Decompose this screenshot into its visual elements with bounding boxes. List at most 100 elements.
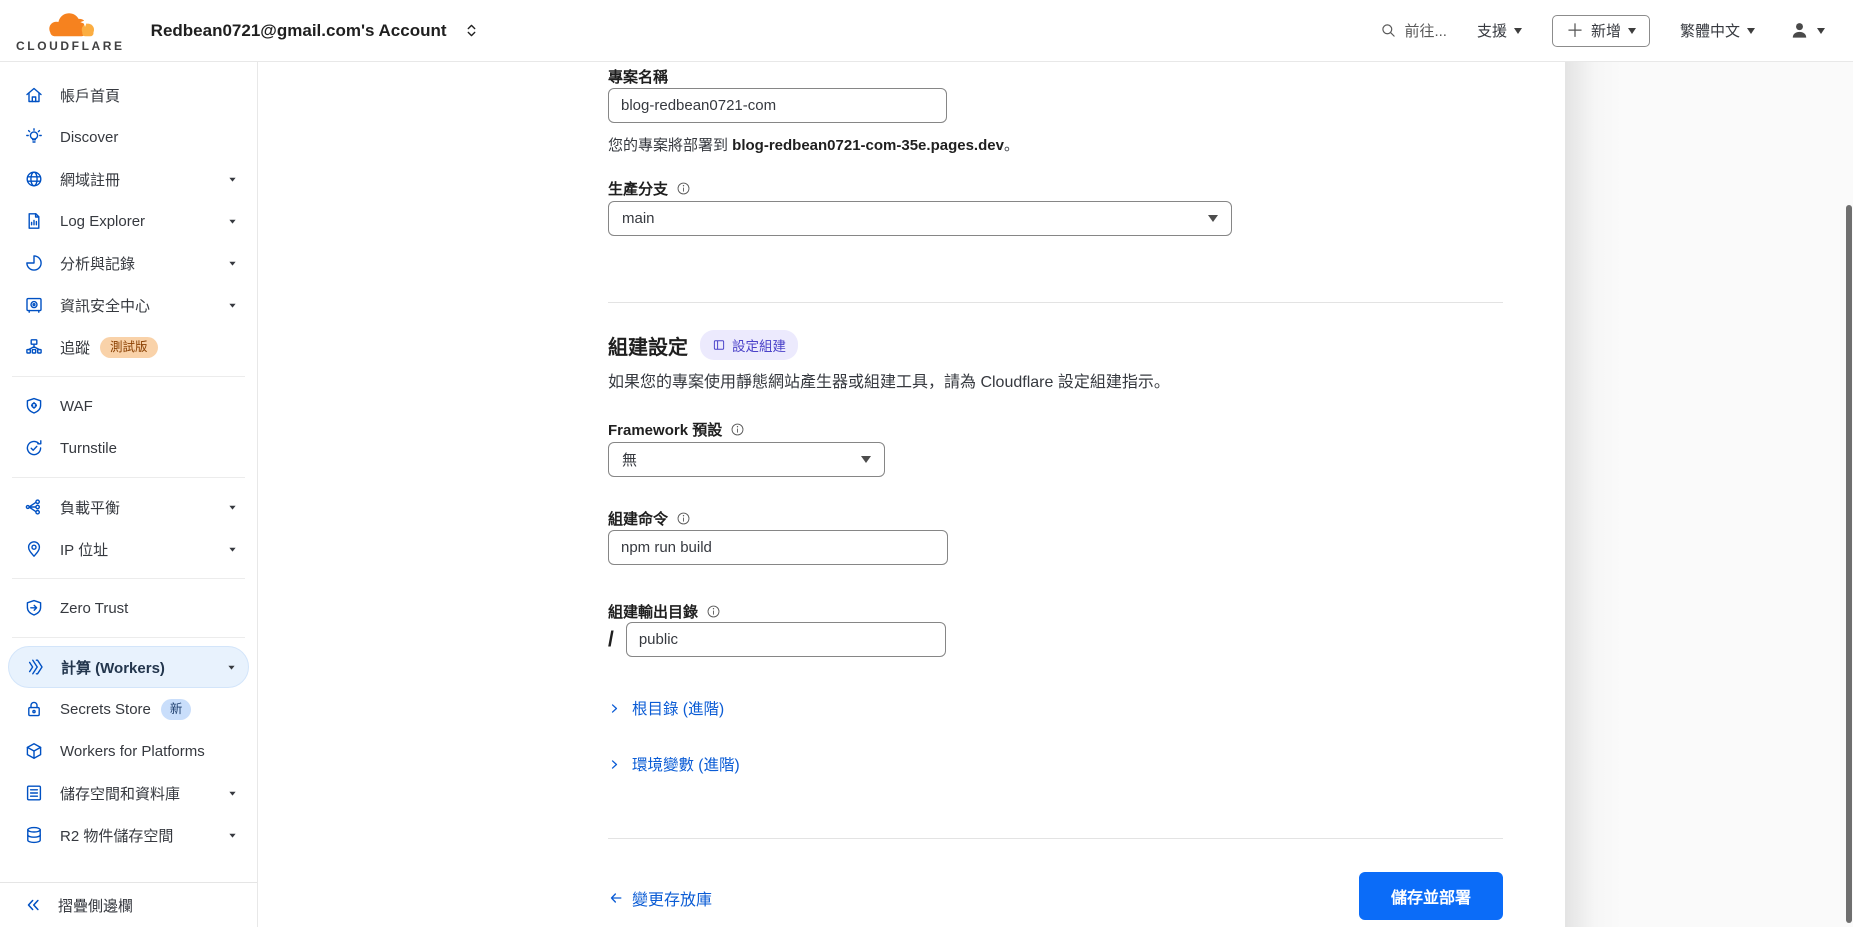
sidebar-item-label: Turnstile xyxy=(60,440,117,457)
lb-icon xyxy=(24,497,44,517)
build-output-input[interactable] xyxy=(626,622,946,657)
sidebar-item-log-explorer[interactable]: Log Explorer xyxy=(0,200,257,242)
info-icon[interactable] xyxy=(676,181,691,196)
helper-suffix: 。 xyxy=(1004,137,1019,154)
sidebar-item-load-balancing[interactable]: 負載平衡 xyxy=(0,486,257,528)
global-search[interactable]: 前往... xyxy=(1380,20,1447,41)
sidebar-item-label: Log Explorer xyxy=(60,213,145,230)
cloudflare-cloud-icon xyxy=(43,9,97,41)
sidebar-divider xyxy=(12,376,245,377)
double-chevron-left-icon xyxy=(24,896,42,914)
support-menu[interactable]: 支援 xyxy=(1477,20,1522,41)
sidebar-item-label: 追蹤 xyxy=(60,337,90,358)
collapse-sidebar-label: 摺疊側邊欄 xyxy=(58,895,133,916)
user-menu[interactable] xyxy=(1789,20,1825,41)
build-output-label-text: 組建輸出目錄 xyxy=(608,601,698,622)
build-settings-title-row: 組建設定 設定組建 xyxy=(608,330,798,360)
sidebar-item-zero-trust[interactable]: Zero Trust xyxy=(0,587,257,629)
chevron-down-icon xyxy=(1628,28,1636,34)
collapse-sidebar-button[interactable]: 摺疊側邊欄 xyxy=(0,882,257,927)
framework-preset-select[interactable]: 無 xyxy=(608,442,885,477)
change-repository-label: 變更存放庫 xyxy=(632,886,712,910)
sidebar-item-label: 網域註冊 xyxy=(60,169,120,190)
advanced-toggle-label: 根目錄 (進階) xyxy=(632,697,724,719)
sidebar-item-account-home[interactable]: 帳戶首頁 xyxy=(0,74,257,116)
trace-icon xyxy=(24,337,44,357)
chevron-down-icon xyxy=(1817,28,1825,34)
configure-build-badge[interactable]: 設定組建 xyxy=(700,330,798,360)
plus-icon: ＋ xyxy=(1566,22,1584,40)
language-menu[interactable]: 繁體中文 xyxy=(1680,20,1755,41)
sidebar-item-r2[interactable]: R2 物件儲存空間 xyxy=(0,814,257,856)
chevron-down-icon xyxy=(1747,28,1755,34)
sidebar-item-discover[interactable]: Discover xyxy=(0,116,257,158)
main-content: 專案名稱 您的專案將部署到 blog-redbean0721-com-35e.p… xyxy=(258,62,1853,927)
change-repository-link[interactable]: 變更存放庫 xyxy=(608,886,712,910)
build-settings-title: 組建設定 xyxy=(608,331,688,360)
info-icon[interactable] xyxy=(706,604,721,619)
log-icon xyxy=(24,211,44,231)
pages-setup-form: 專案名稱 您的專案將部署到 blog-redbean0721-com-35e.p… xyxy=(608,62,1503,927)
beta-badge: 測試版 xyxy=(100,337,158,358)
sidebar-item-label: Secrets Store xyxy=(60,701,151,718)
sidebar-item-secrets-store[interactable]: Secrets Store新 xyxy=(0,688,257,730)
configure-build-label: 設定組建 xyxy=(732,335,786,355)
build-command-label: 組建命令 xyxy=(608,508,691,529)
info-icon[interactable] xyxy=(676,511,691,526)
account-switcher-icon[interactable] xyxy=(463,22,480,39)
chevron-down-icon xyxy=(226,215,239,228)
sidebar-item-label: 帳戶首頁 xyxy=(60,85,120,106)
sidebar-item-analytics-logs[interactable]: 分析與記錄 xyxy=(0,242,257,284)
save-and-deploy-button[interactable]: 儲存並部署 xyxy=(1359,872,1503,920)
sidebar-item-label: R2 物件儲存空間 xyxy=(60,825,173,846)
waf-icon xyxy=(24,396,44,416)
workers-icon xyxy=(25,657,45,677)
sidebar-item-trace[interactable]: 追蹤測試版 xyxy=(0,326,257,368)
sidebar-item-turnstile[interactable]: Turnstile xyxy=(0,427,257,469)
framework-preset-value: 無 xyxy=(622,449,637,470)
project-name-input[interactable] xyxy=(608,88,947,123)
production-branch-value: main xyxy=(622,210,655,227)
sidebar-item-label: Zero Trust xyxy=(60,600,128,617)
framework-preset-label: Framework 預設 xyxy=(608,419,745,440)
advanced-toggle-root-directory[interactable]: 根目錄 (進階) xyxy=(608,697,724,719)
top-header: CLOUDFLARE Redbean0721@gmail.com's Accou… xyxy=(0,0,1853,62)
chevron-down-icon xyxy=(226,501,239,514)
chevron-down-icon xyxy=(226,829,239,842)
sidebar-item-workers[interactable]: 計算 (Workers) xyxy=(8,646,249,688)
sidebar-item-ip-addresses[interactable]: IP 位址 xyxy=(0,528,257,570)
info-icon[interactable] xyxy=(730,422,745,437)
build-command-input[interactable] xyxy=(608,530,948,565)
project-name-label-text: 專案名稱 xyxy=(608,66,668,87)
advanced-toggle-environment-variables[interactable]: 環境變數 (進階) xyxy=(608,753,740,775)
advanced-toggle-label: 環境變數 (進階) xyxy=(632,753,740,775)
deploy-target-helper: 您的專案將部署到 blog-redbean0721-com-35e.pages.… xyxy=(608,134,1019,155)
section-divider xyxy=(608,302,1503,303)
panel-icon xyxy=(712,338,726,352)
account-name: Redbean0721@gmail.com's Account xyxy=(151,21,447,41)
sidebar-item-label: 儲存空間和資料庫 xyxy=(60,783,180,804)
sidebar-item-workers-for-platforms[interactable]: Workers for Platforms xyxy=(0,730,257,772)
sidebar-item-domain-registration[interactable]: 網域註冊 xyxy=(0,158,257,200)
chevron-down-icon xyxy=(226,299,239,312)
chevron-down-icon xyxy=(226,173,239,186)
production-branch-label-text: 生產分支 xyxy=(608,178,668,199)
sidebar-item-storage-databases[interactable]: 儲存空間和資料庫 xyxy=(0,772,257,814)
chevron-down-icon xyxy=(226,787,239,800)
cloudflare-logo[interactable]: CLOUDFLARE xyxy=(16,9,125,53)
sidebar-item-label: 負載平衡 xyxy=(60,497,120,518)
sidebar-item-label: Workers for Platforms xyxy=(60,743,205,760)
safe-icon xyxy=(24,295,44,315)
add-button[interactable]: ＋ 新增 xyxy=(1552,15,1650,47)
production-branch-select[interactable]: main xyxy=(608,201,1232,236)
sidebar-item-waf[interactable]: WAF xyxy=(0,385,257,427)
chevron-down-icon xyxy=(225,661,238,674)
sidebar-item-security-center[interactable]: 資訊安全中心 xyxy=(0,284,257,326)
sidebar-item-label: WAF xyxy=(60,398,93,415)
page-scrollbar[interactable] xyxy=(1846,205,1852,923)
content-edge-fade xyxy=(1565,62,1853,927)
project-name-label: 專案名稱 xyxy=(608,66,668,87)
path-prefix: / xyxy=(608,628,614,652)
chevron-down-icon xyxy=(861,456,871,463)
globe-icon xyxy=(24,169,44,189)
